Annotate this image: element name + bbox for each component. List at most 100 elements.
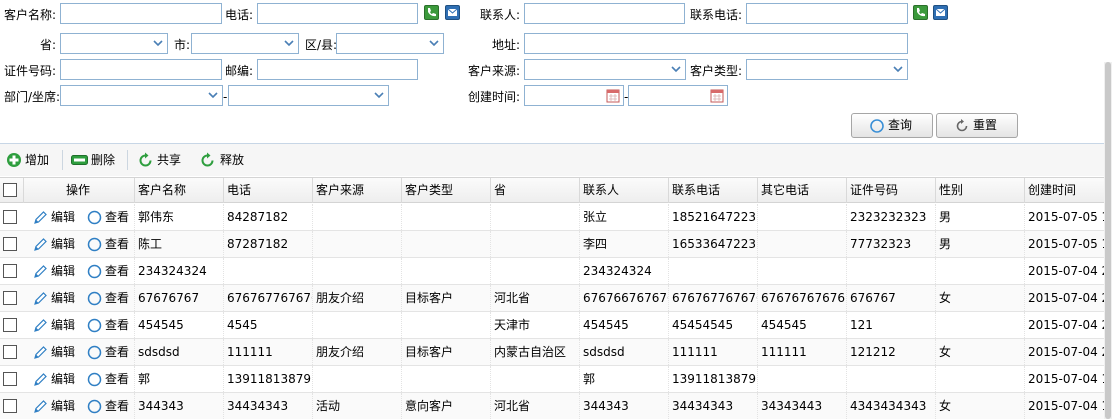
- cell-gender: [935, 312, 1024, 338]
- reset-button[interactable]: 重置: [936, 113, 1018, 138]
- cell-id-number: 2323232323: [846, 204, 935, 230]
- share-button[interactable]: 共享: [137, 144, 187, 176]
- id-number-input[interactable]: [60, 59, 222, 80]
- header-type[interactable]: 客户类型: [401, 178, 490, 203]
- dept-label: 部门/坐席:: [4, 90, 61, 104]
- table-row[interactable]: 编辑 查看 234324324 234324324 2015-07-04 2: [0, 258, 1112, 285]
- row-checkbox[interactable]: [3, 372, 17, 386]
- scrollbar-thumb[interactable]: [1105, 62, 1111, 419]
- agent-select[interactable]: [228, 85, 389, 106]
- cell-id-number: [846, 366, 935, 392]
- header-id-number[interactable]: 证件号码: [846, 178, 935, 203]
- select-all-checkbox[interactable]: [3, 183, 17, 197]
- header-gender[interactable]: 性别: [935, 178, 1024, 203]
- postcode-input[interactable]: [257, 59, 418, 80]
- address-input[interactable]: [524, 33, 908, 54]
- header-name[interactable]: 客户名称: [134, 178, 223, 203]
- phone-input[interactable]: [257, 3, 418, 24]
- search-icon: [870, 119, 884, 133]
- contact-phone-message-icon[interactable]: [933, 5, 948, 20]
- header-contact-phone[interactable]: 联系电话: [668, 178, 757, 203]
- cell-id-number: 77732323: [846, 231, 935, 257]
- cell-other-phone: [757, 231, 846, 257]
- district-label: 区/县:: [305, 38, 338, 52]
- district-select[interactable]: [336, 33, 444, 54]
- customer-name-input[interactable]: [60, 3, 222, 24]
- release-button[interactable]: 释放: [199, 144, 249, 176]
- row-checkbox[interactable]: [3, 237, 17, 251]
- type-select[interactable]: [746, 59, 908, 80]
- cell-contact: 234324324: [579, 258, 668, 284]
- view-label: 查看: [105, 264, 130, 278]
- table-row[interactable]: 编辑 查看 sdsdsd 111111 朋友介绍 目标客户 内蒙古自治区 sdsdsd 1111…: [0, 339, 1112, 366]
- dept-select[interactable]: [60, 85, 223, 106]
- cell-province: [490, 366, 579, 392]
- row-checkbox[interactable]: [3, 318, 17, 332]
- cell-id-number: [846, 258, 935, 284]
- cell-type: [401, 258, 490, 284]
- cell-created: 2015-07-04 1: [1024, 393, 1112, 419]
- phone-call-icon[interactable]: [424, 5, 439, 20]
- created-start-input[interactable]: [524, 85, 624, 106]
- cell-id-number: 4343434343: [846, 393, 935, 419]
- cell-other-phone: 676767676767: [757, 285, 846, 311]
- header-created[interactable]: 创建时间: [1024, 178, 1112, 203]
- header-contact[interactable]: 联系人: [579, 178, 668, 203]
- province-select[interactable]: [60, 33, 168, 54]
- reset-button-label: 重置: [973, 118, 998, 132]
- cell-province: 内蒙古自治区: [490, 339, 579, 365]
- table-row[interactable]: 编辑 查看 344343 34434343 活动 意向客户 河北省 344343 3443434…: [0, 393, 1112, 419]
- calendar-icon[interactable]: [710, 88, 724, 103]
- contact-label: 联系人:: [480, 8, 521, 22]
- chevron-down-icon: [284, 40, 294, 47]
- table-row[interactable]: 编辑 查看郭 13911813879 郭 13911813879 2015-07-04 1: [0, 366, 1112, 393]
- minus-icon: [71, 155, 88, 165]
- cell-contact: 张立: [579, 204, 668, 230]
- cell-contact-phone: 18521647223: [668, 204, 757, 230]
- view-label: 查看: [105, 345, 130, 359]
- grid-scrollbar[interactable]: [1104, 62, 1112, 419]
- cell-contact-phone: 16533647223: [668, 231, 757, 257]
- table-row[interactable]: 编辑 查看 郭伟东 84287182 张立 18521647223 2323232323 男 2…: [0, 204, 1112, 231]
- type-label: 客户类型:: [690, 64, 743, 78]
- header-other-phone[interactable]: 其它电话: [757, 178, 846, 203]
- grid-header: 操作 客户名称 电话 客户来源 客户类型 省 联系人 联系电话 其它电话 证件号…: [0, 177, 1112, 203]
- created-end-input[interactable]: [628, 85, 728, 106]
- source-select[interactable]: [524, 59, 686, 80]
- contact-phone-input[interactable]: [746, 3, 908, 24]
- contact-input[interactable]: [524, 3, 685, 24]
- cell-source: [312, 366, 401, 392]
- search-button[interactable]: 查询: [851, 113, 933, 138]
- view-label: 查看: [105, 318, 130, 332]
- search-button-label: 查询: [888, 118, 913, 132]
- header-source[interactable]: 客户来源: [312, 178, 401, 203]
- contact-phone-call-icon[interactable]: [913, 5, 928, 20]
- edit-label: 编辑: [51, 237, 76, 251]
- delete-button[interactable]: 删除: [71, 144, 121, 176]
- table-row[interactable]: 编辑查看676767676767677676767朋友介绍目标客户河北省6767…: [0, 285, 1112, 312]
- calendar-icon[interactable]: [606, 88, 620, 103]
- row-checkbox[interactable]: [3, 210, 17, 224]
- edit-label: 编辑: [51, 210, 76, 224]
- row-checkbox[interactable]: [3, 264, 17, 278]
- header-province[interactable]: 省: [490, 178, 579, 203]
- row-checkbox[interactable]: [3, 291, 17, 305]
- table-row[interactable]: 编辑 查看 454545 4545 天津市 454545 45454545 454545 121…: [0, 312, 1112, 339]
- table-row[interactable]: 编辑 查看 陈工 87287182 李四 16533647223 77732323 男 2015…: [0, 231, 1112, 258]
- chevron-down-icon: [153, 40, 163, 47]
- row-checkbox[interactable]: [3, 345, 17, 359]
- cell-other-phone: 111111: [757, 339, 846, 365]
- cell-contact-phone: 111111: [668, 339, 757, 365]
- phone-message-icon[interactable]: [445, 5, 460, 20]
- header-phone[interactable]: 电话: [223, 178, 312, 203]
- row-checkbox[interactable]: [3, 399, 17, 413]
- cell-source: 朋友介绍: [312, 339, 401, 365]
- share-icon: [139, 152, 152, 167]
- cell-created: 2015-07-04 2: [1024, 339, 1112, 365]
- city-select[interactable]: [191, 33, 299, 54]
- cell-gender: [935, 258, 1024, 284]
- dept-dash: -: [223, 90, 228, 104]
- add-button[interactable]: 增加: [6, 144, 56, 176]
- cell-name: sdsdsd: [134, 339, 223, 365]
- edit-label: 编辑: [51, 372, 76, 386]
